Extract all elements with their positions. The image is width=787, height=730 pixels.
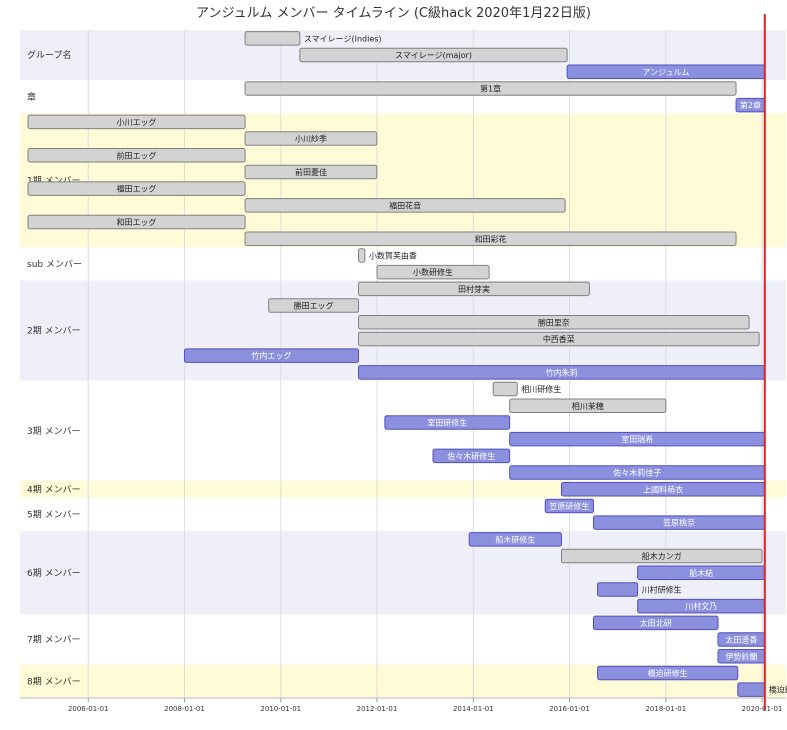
task-bar bbox=[492, 381, 518, 397]
tick-label: 2006-01-01 bbox=[68, 705, 109, 713]
task-label: 和田エッグ bbox=[117, 217, 157, 227]
section-label: 5期 メンバー bbox=[27, 509, 81, 520]
task-label: 田村芽実 bbox=[458, 284, 490, 294]
task-label: 船木結 bbox=[689, 568, 713, 578]
task-label: 船木研修生 bbox=[495, 534, 535, 544]
task-bar bbox=[737, 682, 766, 697]
task-label: 小川エッグ bbox=[117, 117, 157, 127]
task-label: 船木カンガ bbox=[642, 551, 682, 561]
section-bands bbox=[20, 30, 786, 698]
task-label: 上國料萌衣 bbox=[643, 484, 683, 494]
section-label: 4期 メンバー bbox=[27, 484, 81, 495]
tick-label: 2008-01-01 bbox=[164, 705, 205, 713]
task-label: 佐々木研修生 bbox=[447, 451, 495, 461]
section-label: 7期 メンバー bbox=[27, 635, 81, 646]
tick-label: 2016-01-01 bbox=[549, 705, 590, 713]
task-bar bbox=[597, 582, 639, 597]
task-label: 笠原研修生 bbox=[549, 501, 589, 511]
task-label: 相川研修生 bbox=[521, 384, 561, 394]
task-label: 小川紗季 bbox=[295, 134, 327, 144]
task-label: 第2章 bbox=[740, 100, 761, 110]
task-label: 佐々木莉佳子 bbox=[613, 468, 661, 478]
task-label: 小数研修生 bbox=[413, 267, 453, 277]
task-label: 相川茉穂 bbox=[572, 401, 604, 411]
task-label: 中西香菜 bbox=[543, 334, 575, 344]
section-label: グループ名 bbox=[27, 49, 71, 61]
task-label: 川村文乃 bbox=[685, 601, 717, 611]
task-label: 福田エッグ bbox=[117, 184, 157, 194]
task-label: スマイレージ(major) bbox=[395, 51, 472, 60]
section-label: 8期 メンバー bbox=[27, 676, 81, 687]
task-label: 小数賀芙由香 bbox=[369, 250, 417, 260]
task-label: 勝田里奈 bbox=[538, 317, 570, 327]
x-axis: 2006-01-01 2008-01-01 2010-01-01 2012-01-01… bbox=[20, 697, 786, 713]
section-label: 3期 メンバー bbox=[27, 426, 81, 437]
tick-label: 2018-01-01 bbox=[645, 705, 686, 713]
task-label: 勝田エッグ bbox=[294, 301, 334, 311]
task-label: 伊勢鈴蘭 bbox=[725, 651, 757, 661]
task-label: 川村研修生 bbox=[642, 584, 682, 594]
task-label: 竹内朱莉 bbox=[546, 367, 578, 377]
task-label: 室田瑞希 bbox=[621, 434, 653, 444]
tick-label: 2020-01-01 bbox=[742, 705, 783, 713]
task-label: 橋迫研修生 bbox=[648, 668, 688, 678]
task-label: 前田憂佳 bbox=[295, 167, 327, 177]
task-label: スマイレージ(Indies) bbox=[304, 34, 382, 43]
task-label: 太田北研 bbox=[640, 618, 672, 628]
section-label: 2期 メンバー bbox=[27, 326, 81, 337]
task-label: 第1章 bbox=[480, 83, 501, 93]
tick-label: 2012-01-01 bbox=[357, 705, 398, 713]
task-label: 竹内エッグ bbox=[251, 351, 291, 361]
gantt-chart: グループ名章1期 メンバーsub メンバー2期 メンバー3期 メンバー4期 メン… bbox=[20, 14, 787, 713]
section-label: 章 bbox=[27, 91, 36, 103]
task-label: 太田遥香 bbox=[725, 635, 757, 645]
task-bar bbox=[358, 248, 366, 263]
task-label: アンジュルム bbox=[642, 68, 689, 77]
task-bar bbox=[244, 31, 301, 46]
task-label: 前田エッグ bbox=[117, 150, 157, 160]
task-label: 和田彩花 bbox=[475, 234, 507, 244]
task-label: 橋迫鈴 bbox=[769, 685, 787, 695]
section-label: 6期 メンバー bbox=[27, 568, 81, 579]
task-label: 室田研修生 bbox=[427, 417, 467, 427]
section-label: sub メンバー bbox=[27, 259, 82, 270]
task-label: 福田花音 bbox=[389, 200, 421, 210]
tick-label: 2010-01-01 bbox=[260, 705, 301, 713]
tick-label: 2014-01-01 bbox=[453, 705, 494, 713]
task-label: 笠原桃奈 bbox=[663, 518, 695, 528]
